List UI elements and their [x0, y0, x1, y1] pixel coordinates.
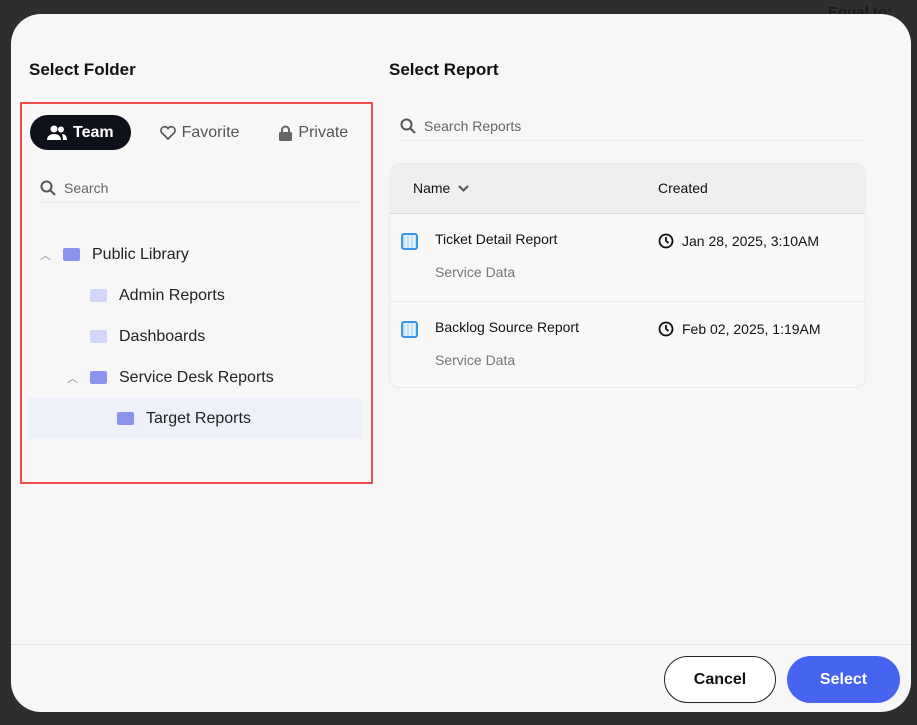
- table-header: Name Created: [390, 164, 865, 214]
- tree-node-dashboards[interactable]: Dashboards: [22, 316, 362, 357]
- clock-icon: [658, 233, 674, 249]
- report-grid-icon: [401, 233, 418, 250]
- created-column-label: Created: [658, 180, 708, 196]
- table-row[interactable]: Ticket Detail Report Service Data Jan 28…: [390, 214, 865, 302]
- tree-node-service-desk-reports[interactable]: ︿ Service Desk Reports: [22, 357, 362, 398]
- report-source: Service Data: [435, 264, 516, 280]
- lock-icon: [279, 125, 293, 141]
- dialog-footer: Cancel Select: [11, 644, 911, 712]
- report-grid-icon: [401, 321, 418, 338]
- report-search-input[interactable]: Search Reports: [400, 118, 865, 141]
- tree-node-public-library[interactable]: ︿ Public Library: [22, 234, 362, 275]
- folder-icon: [90, 371, 107, 384]
- search-placeholder: Search Reports: [424, 118, 522, 134]
- folder-panel: Team Favorite Private Search ︿ Public Li…: [20, 102, 373, 484]
- tab-team[interactable]: Team: [30, 115, 131, 150]
- name-column-sort[interactable]: Name: [413, 180, 470, 196]
- folder-icon: [63, 248, 80, 261]
- folder-icon: [117, 412, 134, 425]
- report-name: Ticket Detail Report: [435, 231, 558, 247]
- tab-label: Team: [73, 123, 114, 141]
- tab-favorite[interactable]: Favorite: [143, 115, 257, 150]
- select-report-title: Select Report: [389, 60, 499, 79]
- tree-node-target-reports[interactable]: Target Reports: [28, 398, 362, 439]
- report-source: Service Data: [435, 352, 516, 368]
- table-row[interactable]: Backlog Source Report Service Data Feb 0…: [390, 302, 865, 387]
- select-folder-title: Select Folder: [29, 60, 136, 79]
- folder-search-input[interactable]: Search: [40, 180, 360, 203]
- tree-node-admin-reports[interactable]: Admin Reports: [22, 275, 362, 316]
- node-label: Service Desk Reports: [119, 368, 274, 386]
- select-report-dialog: Select Folder Select Report Team Favorit…: [11, 14, 911, 712]
- node-label: Dashboards: [119, 327, 206, 345]
- chevron-down-icon: [458, 184, 470, 192]
- folder-icon: [90, 330, 107, 343]
- users-icon: [47, 125, 67, 140]
- heart-icon: [159, 125, 176, 140]
- report-name: Backlog Source Report: [435, 319, 579, 335]
- node-label: Target Reports: [146, 409, 251, 427]
- created-date: Jan 28, 2025, 3:10AM: [682, 233, 819, 249]
- search-placeholder: Search: [64, 180, 109, 196]
- tab-label: Private: [298, 123, 349, 141]
- node-label: Admin Reports: [119, 286, 225, 304]
- node-label: Public Library: [92, 245, 189, 263]
- name-column-label: Name: [413, 180, 451, 196]
- select-button[interactable]: Select: [787, 656, 900, 703]
- search-icon: [400, 118, 416, 134]
- tab-label: Favorite: [181, 123, 240, 141]
- folder-tree: ︿ Public Library Admin Reports Dashboard…: [22, 234, 362, 439]
- cancel-button[interactable]: Cancel: [664, 656, 776, 703]
- chevron-up-icon[interactable]: ︿: [40, 247, 51, 263]
- chevron-up-icon[interactable]: ︿: [67, 370, 78, 386]
- search-icon: [40, 180, 56, 196]
- reports-table: Name Created Ticket Detail Report Servic…: [389, 163, 866, 388]
- folder-icon: [90, 289, 107, 302]
- created-date: Feb 02, 2025, 1:19AM: [682, 321, 821, 337]
- clock-icon: [658, 321, 674, 337]
- tab-private[interactable]: Private: [262, 115, 365, 150]
